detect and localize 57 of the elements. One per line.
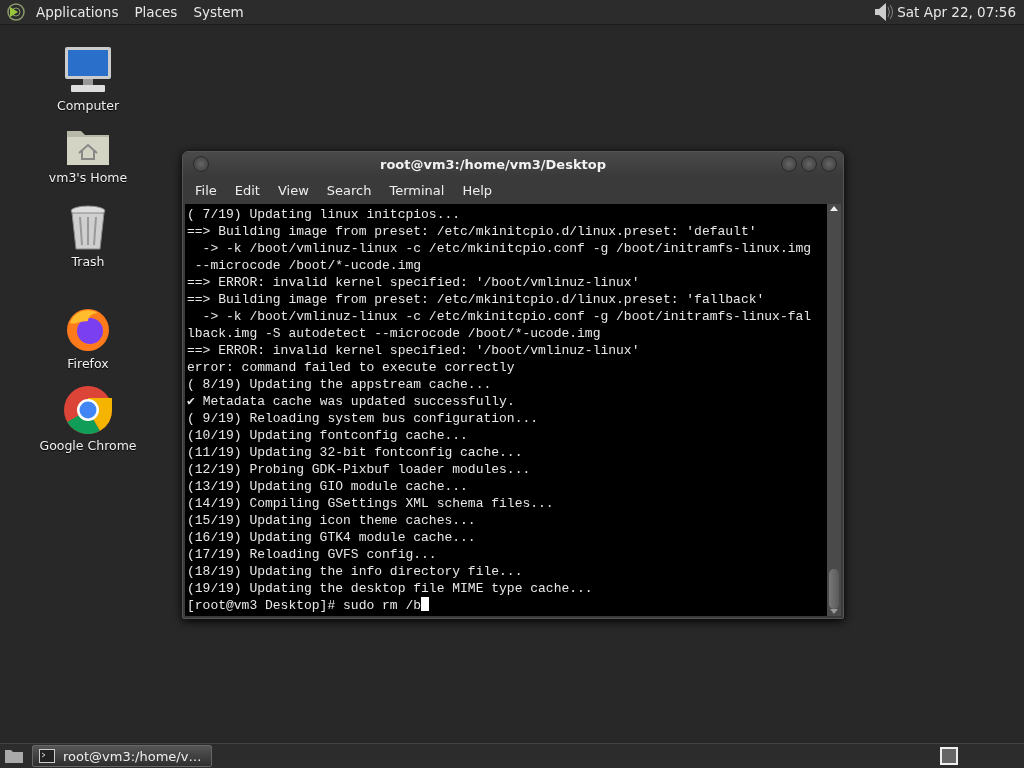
terminal-line: (14/19) Compiling GSettings XML schema files... bbox=[187, 496, 554, 511]
terminal-line: (15/19) Updating icon theme caches... bbox=[187, 513, 476, 528]
terminal-line: error: command failed to execute correctly bbox=[187, 360, 515, 375]
terminal-line: (13/19) Updating GIO module cache... bbox=[187, 479, 468, 494]
terminal-line: (10/19) Updating fontconfig cache... bbox=[187, 428, 468, 443]
window-title: root@vm3:/home/vm3/Desktop bbox=[378, 156, 608, 172]
terminal-line: lback.img -S autodetect --microcode /boot/*-ucode.img bbox=[187, 326, 601, 341]
terminal-line: (17/19) Reloading GVFS config... bbox=[187, 547, 437, 562]
terminal-line: ==> ERROR: invalid kernel specified: '/boot/vmlinuz-linux' bbox=[187, 343, 640, 358]
menu-item[interactable]: Search bbox=[318, 182, 380, 198]
terminal-line: --microcode /boot/*-ucode.img bbox=[193, 258, 422, 273]
command-prompt[interactable]: [root@vm3 Desktop]# sudo rm /b bbox=[187, 598, 422, 613]
desktop-icon-label[interactable]: vm3's Home bbox=[48, 170, 128, 185]
window-menu-button[interactable] bbox=[193, 156, 209, 172]
colored-ring-icon bbox=[63, 385, 113, 435]
desktop-icon-label[interactable]: Trash bbox=[71, 254, 105, 269]
minimize-button[interactable] bbox=[781, 156, 797, 172]
terminal-line: (12/19) Probing GDK-Pixbuf loader modules... bbox=[187, 462, 531, 477]
terminal-line: ( 7/19) Updating linux initcpios... bbox=[187, 207, 461, 222]
clock[interactable]: Sat Apr 22, 07:56 bbox=[897, 4, 1018, 20]
scrollbar[interactable] bbox=[827, 204, 841, 616]
close-button[interactable] bbox=[821, 156, 837, 172]
menu-item[interactable]: Edit bbox=[226, 182, 268, 198]
menu-item[interactable]: File bbox=[187, 182, 225, 198]
desktop-icon-label[interactable]: Firefox bbox=[67, 356, 109, 371]
terminal-line: ( 8/19) Updating the appstream cache... bbox=[187, 377, 492, 392]
scrollbar-thumb[interactable] bbox=[829, 569, 839, 609]
terminal-line: ==> Building image from preset: /etc/mkinitcpio.d/linux.preset: 'default' bbox=[187, 224, 757, 239]
desktop-icon-label[interactable]: Google Chrome bbox=[39, 438, 137, 453]
speaker-icon[interactable] bbox=[873, 1, 894, 23]
trash-icon bbox=[69, 205, 107, 251]
terminal-line: -> -k /boot/vmlinuz-linux -c /etc/mkinitcpio.conf -g /boot/initramfs-linux.img bbox=[201, 241, 812, 256]
menu-item[interactable]: View bbox=[269, 182, 317, 198]
terminal-line: (18/19) Updating the info directory file... bbox=[187, 564, 523, 579]
terminal-line: ✔ Metadata cache was updated successfully. bbox=[187, 394, 515, 409]
menu-item[interactable]: Help bbox=[454, 182, 501, 198]
panel-menu[interactable]: Places bbox=[128, 4, 184, 20]
taskbar-button[interactable]: root@vm3:/home/v… bbox=[32, 745, 212, 767]
panel-menu[interactable]: System bbox=[187, 4, 250, 20]
terminal-line: ==> Building image from preset: /etc/mkinitcpio.d/linux.preset: 'fallback' bbox=[187, 292, 765, 307]
terminal-line: ( 9/19) Reloading system bus configuration... bbox=[187, 411, 539, 426]
scroll-up-icon[interactable] bbox=[830, 206, 838, 211]
terminal-icon bbox=[39, 749, 55, 763]
panel-menu[interactable]: Applications bbox=[30, 4, 125, 20]
maximize-button[interactable] bbox=[801, 156, 817, 172]
show-desktop-icon[interactable] bbox=[4, 748, 24, 764]
computer-icon bbox=[63, 45, 113, 95]
terminal-line: ==> ERROR: invalid kernel specified: '/boot/vmlinuz-linux' bbox=[187, 275, 640, 290]
terminal-line: (16/19) Updating GTK4 module cache... bbox=[187, 530, 476, 545]
terminal-line: (11/19) Updating 32-bit fontconfig cache... bbox=[187, 445, 523, 460]
terminal-cursor bbox=[421, 597, 430, 611]
workspace-switcher[interactable] bbox=[940, 747, 958, 765]
desktop-icon-label[interactable]: Computer bbox=[56, 98, 120, 113]
menu-item[interactable]: Terminal bbox=[381, 182, 453, 198]
terminal-line: (19/19) Updating the desktop file MIME type cache... bbox=[187, 581, 593, 596]
distro-logo-icon[interactable] bbox=[6, 2, 26, 22]
terminal-line: -> -k /boot/vmlinuz-linux -c /etc/mkinitcpio.conf -g /boot/initramfs-linux-fal bbox=[201, 309, 812, 324]
